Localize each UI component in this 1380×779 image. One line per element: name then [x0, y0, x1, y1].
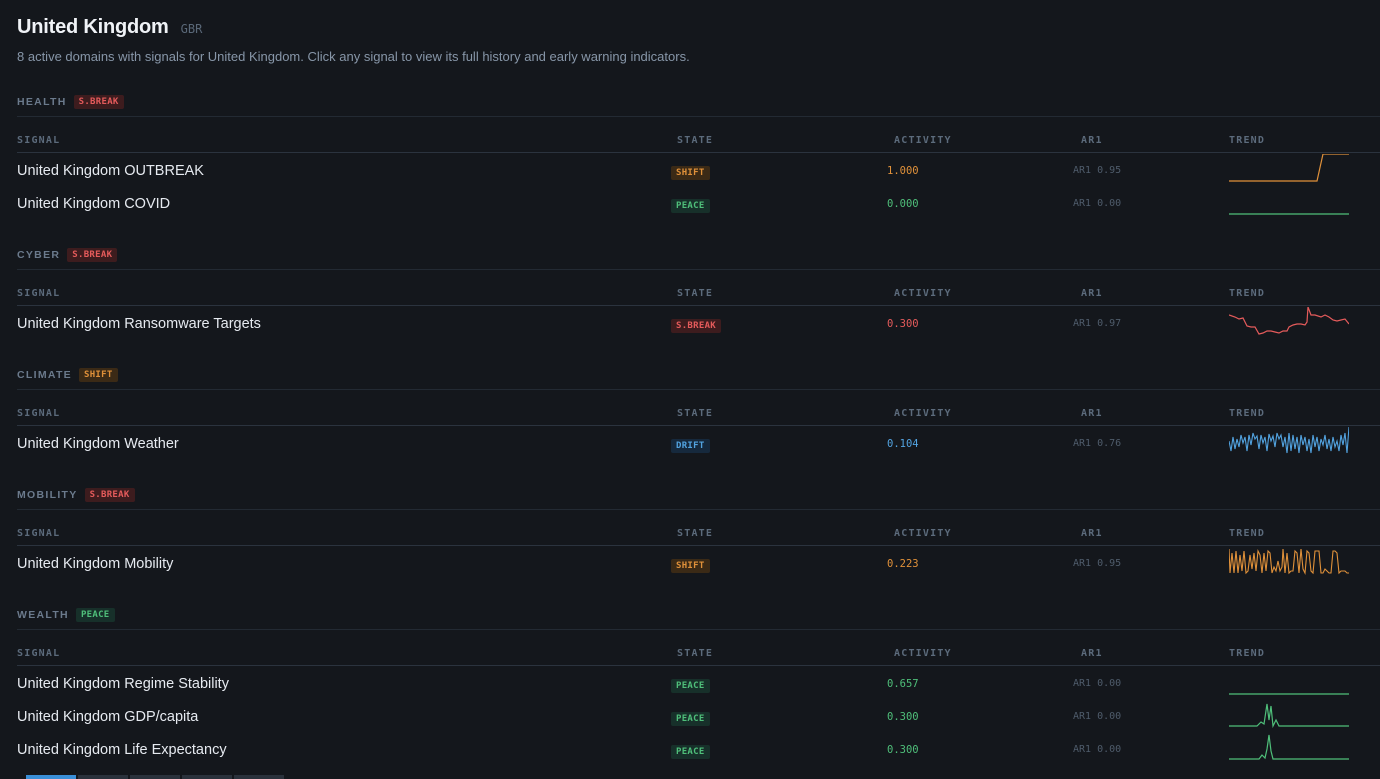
status-badge: S.BREAK — [84, 488, 135, 502]
col-state: STATE — [677, 135, 714, 146]
col-trend: TREND — [1229, 528, 1266, 539]
col-ar1: AR1 — [1081, 288, 1103, 299]
section-title: HEALTH — [17, 96, 67, 108]
col-trend: TREND — [1229, 135, 1266, 146]
col-signal: SIGNAL — [17, 528, 61, 539]
ar1-value: AR1 0.76 — [1073, 438, 1122, 449]
ar1-value: AR1 0.00 — [1073, 198, 1122, 209]
section-title: MOBILITY — [17, 489, 78, 501]
signal-name[interactable]: United Kingdom COVID — [17, 196, 170, 212]
col-ar1: AR1 — [1081, 408, 1103, 419]
signal-name[interactable]: United Kingdom Regime Stability — [17, 676, 229, 692]
col-signal: SIGNAL — [17, 648, 61, 659]
state-badge: PEACE — [671, 745, 710, 759]
trend-sparkline — [1229, 703, 1349, 729]
bottom-tab[interactable] — [182, 775, 232, 779]
section-title: CLIMATE — [17, 369, 72, 381]
col-ar1: AR1 — [1081, 135, 1103, 146]
bottom-tab[interactable] — [26, 775, 76, 779]
signal-row[interactable]: United Kingdom Ransomware Targets S.BREA… — [0, 307, 1380, 340]
page-subtitle: 8 active domains with signals for United… — [17, 49, 690, 64]
signal-row[interactable]: United Kingdom GDP/capita PEACE 0.300 AR… — [0, 700, 1380, 733]
country-code: GBR — [180, 22, 203, 36]
col-activity: ACTIVITY — [894, 648, 952, 659]
trend-sparkline — [1229, 427, 1349, 454]
bottom-tab[interactable] — [234, 775, 284, 779]
signal-row[interactable]: United Kingdom COVID PEACE 0.000 AR1 0.0… — [0, 187, 1380, 220]
col-ar1: AR1 — [1081, 528, 1103, 539]
activity-value: 0.300 — [887, 744, 919, 756]
trend-sparkline — [1229, 213, 1349, 215]
col-trend: TREND — [1229, 288, 1266, 299]
col-trend: TREND — [1229, 648, 1266, 659]
col-signal: SIGNAL — [17, 408, 61, 419]
activity-value: 0.300 — [887, 318, 919, 330]
activity-value: 1.000 — [887, 165, 919, 177]
col-state: STATE — [677, 408, 714, 419]
col-state: STATE — [677, 648, 714, 659]
signal-name[interactable]: United Kingdom Mobility — [17, 556, 173, 572]
page-header: United Kingdom GBR — [17, 16, 202, 39]
col-activity: ACTIVITY — [894, 408, 952, 419]
ar1-value: AR1 0.95 — [1073, 558, 1122, 569]
col-activity: ACTIVITY — [894, 135, 952, 146]
signal-name[interactable]: United Kingdom GDP/capita — [17, 709, 198, 725]
state-badge: SHIFT — [671, 559, 710, 573]
col-activity: ACTIVITY — [894, 528, 952, 539]
col-state: STATE — [677, 528, 714, 539]
signal-name[interactable]: United Kingdom Ransomware Targets — [17, 316, 261, 332]
ar1-value: AR1 0.97 — [1073, 318, 1122, 329]
col-activity: ACTIVITY — [894, 288, 952, 299]
bottom-tab[interactable] — [130, 775, 180, 779]
trend-sparkline — [1229, 154, 1349, 182]
trend-sparkline — [1229, 693, 1349, 695]
col-ar1: AR1 — [1081, 648, 1103, 659]
status-badge: S.BREAK — [67, 248, 118, 262]
trend-sparkline — [1229, 548, 1349, 575]
col-signal: SIGNAL — [17, 288, 61, 299]
ar1-value: AR1 0.95 — [1073, 165, 1122, 176]
page-title: United Kingdom — [17, 16, 169, 38]
ar1-value: AR1 0.00 — [1073, 711, 1122, 722]
state-badge: DRIFT — [671, 439, 710, 453]
ar1-value: AR1 0.00 — [1073, 744, 1122, 755]
signal-name[interactable]: United Kingdom Weather — [17, 436, 179, 452]
col-trend: TREND — [1229, 408, 1266, 419]
activity-value: 0.657 — [887, 678, 919, 690]
state-badge: SHIFT — [671, 166, 710, 180]
status-badge: SHIFT — [78, 368, 118, 382]
state-badge: PEACE — [671, 679, 710, 693]
bottom-tab[interactable] — [78, 775, 128, 779]
activity-value: 0.000 — [887, 198, 919, 210]
trend-sparkline — [1229, 307, 1349, 335]
activity-value: 0.223 — [887, 558, 919, 570]
status-badge: PEACE — [75, 608, 115, 622]
signal-row[interactable]: United Kingdom OUTBREAK SHIFT 1.000 AR1 … — [0, 154, 1380, 187]
signal-row[interactable]: United Kingdom Regime Stability PEACE 0.… — [0, 667, 1380, 700]
signal-name[interactable]: United Kingdom Life Expectancy — [17, 742, 227, 758]
bottom-tab-strip — [26, 775, 284, 779]
state-badge: PEACE — [671, 712, 710, 726]
state-badge: PEACE — [671, 199, 710, 213]
trend-sparkline — [1229, 734, 1349, 760]
signal-row[interactable]: United Kingdom Life Expectancy PEACE 0.3… — [0, 733, 1380, 766]
signal-row[interactable]: United Kingdom Weather DRIFT 0.104 AR1 0… — [0, 427, 1380, 460]
section-title: CYBER — [17, 249, 61, 261]
state-badge: S.BREAK — [671, 319, 722, 333]
col-signal: SIGNAL — [17, 135, 61, 146]
ar1-value: AR1 0.00 — [1073, 678, 1122, 689]
activity-value: 0.104 — [887, 438, 919, 450]
col-state: STATE — [677, 288, 714, 299]
signal-name[interactable]: United Kingdom OUTBREAK — [17, 163, 204, 179]
status-badge: S.BREAK — [73, 95, 124, 109]
signal-row[interactable]: United Kingdom Mobility SHIFT 0.223 AR1 … — [0, 547, 1380, 580]
section-title: WEALTH — [17, 609, 69, 621]
activity-value: 0.300 — [887, 711, 919, 723]
